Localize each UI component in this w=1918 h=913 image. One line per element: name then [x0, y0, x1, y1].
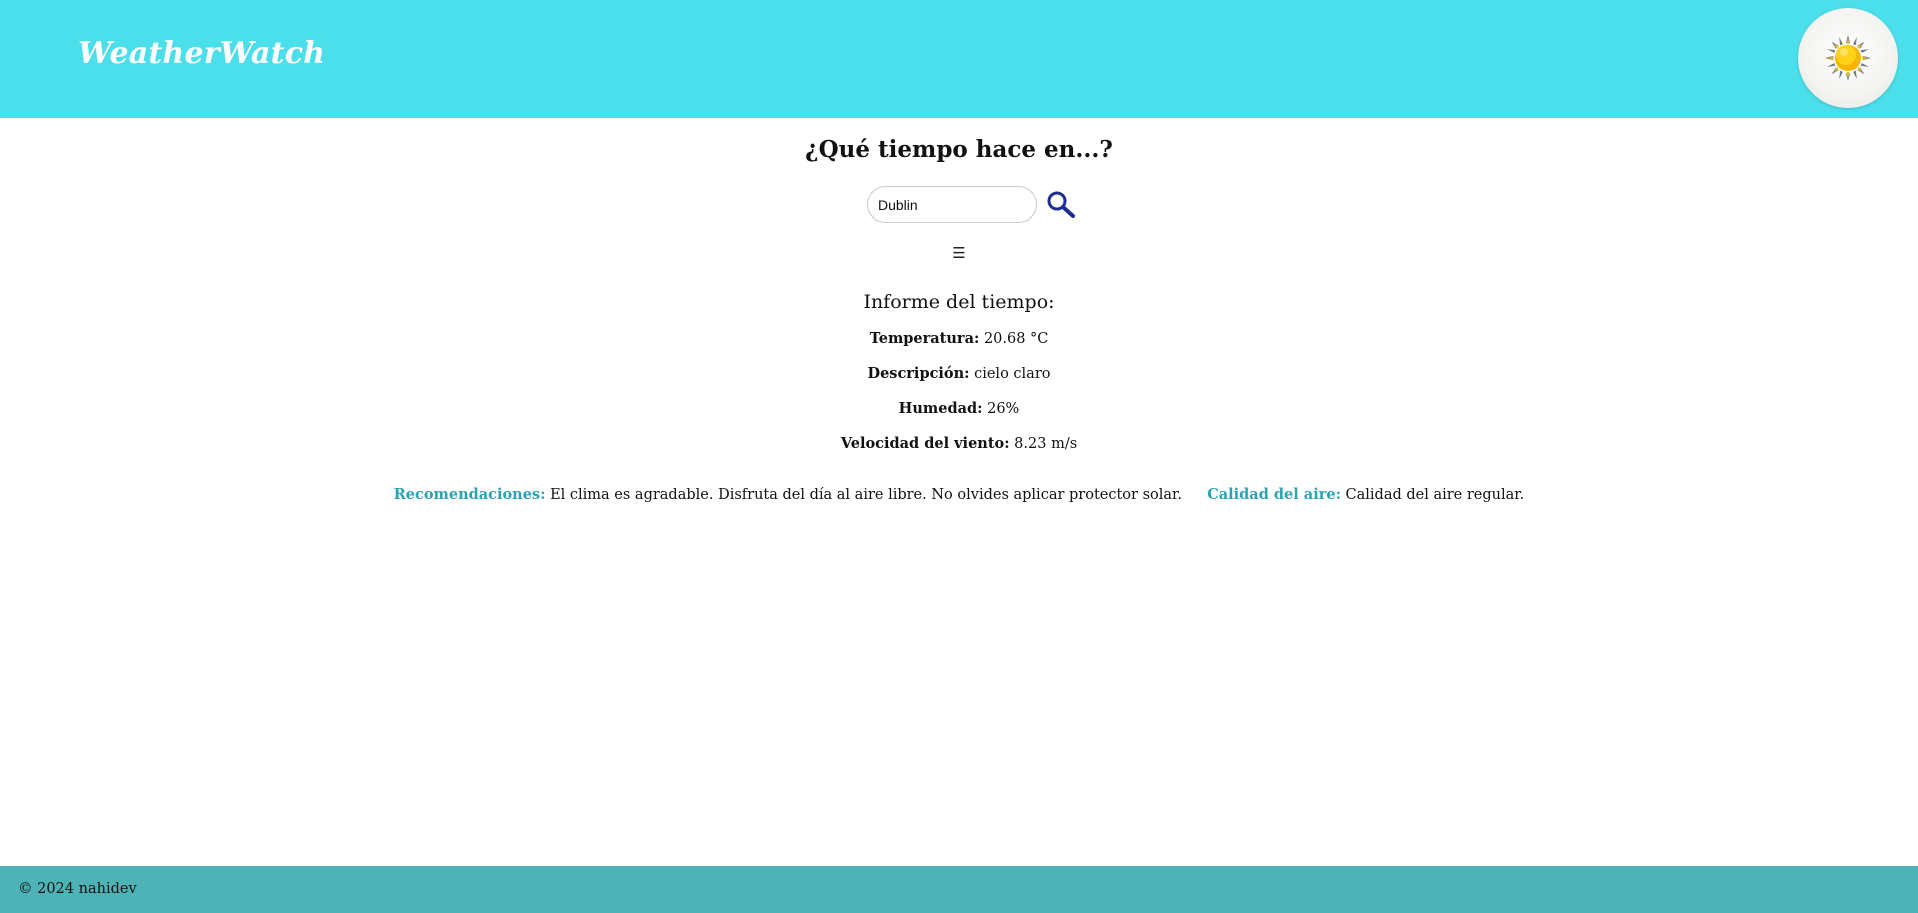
temperature-value: 20.68 °C	[983, 331, 1049, 347]
search-icon	[1047, 191, 1075, 218]
humidity-value: 26%	[987, 401, 1020, 417]
brand-logo[interactable]: WeatherWatch	[78, 36, 325, 71]
recommendations-row: Recomendaciones: El clima es agradable. …	[0, 486, 1918, 503]
air-quality-text: Calidad del aire regular.	[1345, 487, 1525, 503]
humidity-label: Humedad:	[898, 400, 983, 417]
description-value: cielo claro	[974, 366, 1051, 382]
temperature-row: Temperatura: 20.68 °C	[0, 330, 1918, 347]
copyright-text: © 2024 nahidev	[18, 881, 137, 897]
description-row: Descripción: cielo claro	[0, 365, 1918, 382]
weather-badge	[1798, 8, 1898, 108]
wind-row: Velocidad del viento: 8.23 m/s	[0, 435, 1918, 452]
footer: © 2024 nahidev	[0, 866, 1918, 913]
temperature-label: Temperatura:	[869, 330, 980, 347]
report-title: Informe del tiempo:	[863, 291, 1055, 313]
description-label: Descripción:	[867, 365, 970, 382]
search-bar	[867, 186, 1077, 226]
sun-icon	[1825, 35, 1871, 81]
header: WeatherWatch	[0, 0, 1918, 118]
page-title: ¿Qué tiempo hace en...?	[805, 136, 1113, 163]
recommendations-label: Recomendaciones:	[393, 486, 546, 503]
recommendations-text: El clima es agradable. Disfruta del día …	[550, 487, 1182, 503]
search-input[interactable]	[867, 186, 1037, 223]
page: WeatherWatch ¿Qué tiempo hace en...? Dub…	[0, 0, 1918, 913]
menu-icon[interactable]: ☰	[0, 244, 1918, 262]
humidity-row: Humedad: 26%	[0, 400, 1918, 417]
wind-label: Velocidad del viento:	[840, 435, 1010, 452]
wind-value: 8.23 m/s	[1014, 436, 1078, 452]
air-quality-label: Calidad del aire:	[1207, 486, 1341, 503]
search-button[interactable]	[1045, 190, 1077, 222]
